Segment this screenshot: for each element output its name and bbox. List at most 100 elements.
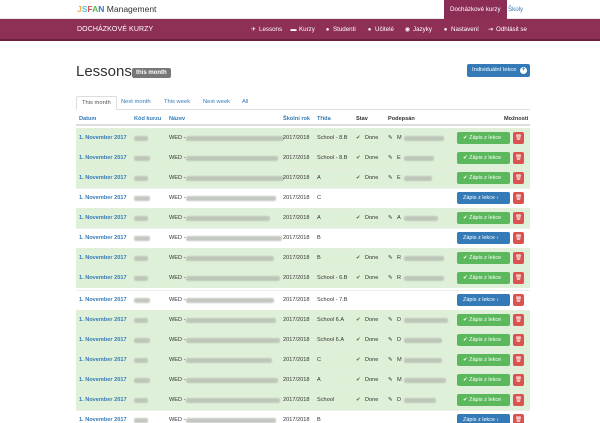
signed-by: ✎ D — [388, 397, 401, 403]
lesson-record-button[interactable]: ✔ Zápis z lekce — [457, 212, 510, 224]
course-name-redacted — [186, 156, 278, 161]
nav-item-label: Učitelé — [375, 26, 394, 33]
column-header-datum[interactable]: Datum — [79, 116, 96, 122]
lesson-record-button[interactable]: ✔ Zápis z lekce — [457, 394, 510, 406]
table-row: 1. November 2017 WED -2017/2018 A ✔ Done ✎ M ✔ … — [76, 370, 530, 390]
class-name: C — [317, 195, 322, 201]
column-header-moznosti: Možnosti — [504, 116, 529, 122]
column-header-skolni-rok[interactable]: Školní rok — [283, 116, 310, 122]
top-tab-skoly[interactable]: Školy — [502, 0, 529, 19]
delete-button[interactable]: 🗑 — [513, 374, 524, 386]
delete-button[interactable]: 🗑 — [513, 132, 524, 144]
delete-button[interactable]: 🗑 — [513, 272, 524, 284]
class-name: B — [317, 235, 321, 241]
signer-initial: M — [397, 357, 402, 363]
delete-button[interactable]: 🗑 — [513, 334, 524, 346]
lesson-record-button[interactable]: Zápis z lekce › — [457, 294, 510, 306]
column-header-trida[interactable]: Třída — [317, 116, 331, 122]
delete-button[interactable]: 🗑 — [513, 152, 524, 164]
nav-item-studenti[interactable]: ● Studenti — [324, 26, 356, 33]
delete-button[interactable]: 🗑 — [513, 172, 524, 184]
delete-button[interactable]: 🗑 — [513, 212, 524, 224]
lesson-record-button[interactable]: ✔ Zápis z lekce — [457, 172, 510, 184]
school-year: 2017/2018 — [283, 215, 310, 221]
delete-button[interactable]: 🗑 — [513, 414, 524, 423]
lesson-record-button[interactable]: ✔ Zápis z lekce — [457, 314, 510, 326]
course-name-prefix: WED - — [169, 155, 186, 161]
signer-name-redacted — [404, 378, 446, 383]
lesson-record-button[interactable]: ✔ Zápis z lekce — [457, 272, 510, 284]
tab-next-month[interactable]: Next month — [116, 96, 156, 110]
lesson-record-button[interactable]: ✔ Zápis z lekce — [457, 334, 510, 346]
plus-circle-icon: + — [520, 67, 527, 74]
course-name-redacted — [186, 256, 274, 261]
tab-next-week[interactable]: Next week — [198, 96, 235, 110]
lesson-record-button[interactable]: ✔ Zápis z lekce — [457, 374, 510, 386]
chevron-right-icon: › — [495, 417, 499, 423]
status: ✔ Done — [356, 135, 378, 141]
lesson-record-button[interactable]: ✔ Zápis z lekce — [457, 132, 510, 144]
column-header-kod-kurzu[interactable]: Kód kurzu — [134, 116, 161, 122]
lesson-record-label: Zápis z lekce — [469, 135, 502, 141]
trash-icon: 🗑 — [515, 255, 522, 261]
lesson-record-button[interactable]: ✔ Zápis z lekce — [457, 252, 510, 264]
column-header-nazev[interactable]: Název — [169, 116, 185, 122]
delete-button[interactable]: 🗑 — [513, 252, 524, 264]
nav-item-kurzy[interactable]: ▬ Kurzy — [290, 26, 315, 33]
signed-by: ✎ R — [388, 255, 401, 261]
signer-name-redacted — [404, 216, 438, 221]
individual-lesson-button[interactable]: Individuální lekce + — [467, 64, 530, 77]
lesson-date: 1. November 2017 — [79, 297, 127, 303]
class-name: B — [317, 255, 321, 261]
section-title[interactable]: DOCHÁZKOVÉ KURZY — [77, 26, 153, 33]
status: ✔ Done — [356, 317, 378, 323]
delete-button[interactable]: 🗑 — [513, 354, 524, 366]
class-name: C — [317, 357, 322, 363]
signer-initial: R — [397, 255, 402, 261]
lesson-record-button[interactable]: Zápis z lekce › — [457, 192, 510, 204]
class-name: A — [317, 175, 321, 181]
trash-icon: 🗑 — [515, 317, 522, 323]
course-name-prefix: WED - — [169, 337, 186, 343]
nav-item-ucitele[interactable]: ● Učitelé — [366, 26, 394, 33]
course-code-redacted — [134, 276, 148, 281]
column-header-podepsan: Podepsán — [388, 116, 415, 122]
delete-button[interactable]: 🗑 — [513, 294, 524, 306]
lesson-record-button[interactable]: Zápis z lekce › — [457, 232, 510, 244]
status: ✔ Done — [356, 357, 378, 363]
course-name-redacted — [186, 378, 278, 383]
status: ✔ Done — [356, 175, 378, 181]
page-title: Lessons — [76, 63, 132, 80]
tab-this-month[interactable]: This month — [76, 96, 117, 110]
tab-all[interactable]: All — [237, 96, 253, 110]
course-code-redacted — [134, 196, 150, 201]
nav-item-nastaveni[interactable]: ● Nastavení — [442, 26, 479, 33]
delete-button[interactable]: 🗑 — [513, 232, 524, 244]
lesson-record-button[interactable]: ✔ Zápis z lekce — [457, 354, 510, 366]
check-icon: ✔ — [356, 215, 361, 221]
delete-button[interactable]: 🗑 — [513, 394, 524, 406]
tab-this-week[interactable]: This week — [159, 96, 195, 110]
nav-item-odhlasit[interactable]: ⇥ Odhlásit se — [487, 26, 527, 33]
nav-item-jazyky[interactable]: ◉ Jazyky — [404, 26, 432, 33]
lesson-record-button[interactable]: Zápis z lekce › — [457, 414, 510, 423]
lesson-date: 1. November 2017 — [79, 175, 127, 181]
nav-item-lessons[interactable]: ✈ Lessons — [250, 26, 282, 33]
delete-button[interactable]: 🗑 — [513, 314, 524, 326]
lesson-date: 1. November 2017 — [79, 135, 127, 141]
brand-letter: N — [98, 4, 105, 14]
school-year: 2017/2018 — [283, 155, 310, 161]
signer-name-redacted — [404, 338, 442, 343]
school-year: 2017/2018 — [283, 397, 310, 403]
column-header-stav: Stav — [356, 116, 368, 122]
course-name-redacted — [186, 318, 276, 323]
top-tab-dochazkove-kurzy[interactable]: Docházkové kurzy — [444, 0, 507, 19]
status-label: Done — [365, 135, 379, 141]
app-logo[interactable]: JSFAN Management — [77, 4, 156, 14]
course-name-redacted — [186, 298, 274, 303]
course-code-redacted — [134, 318, 148, 323]
delete-button[interactable]: 🗑 — [513, 192, 524, 204]
lesson-record-button[interactable]: ✔ Zápis z lekce — [457, 152, 510, 164]
lesson-date: 1. November 2017 — [79, 417, 127, 423]
edit-icon: ✎ — [388, 155, 393, 161]
